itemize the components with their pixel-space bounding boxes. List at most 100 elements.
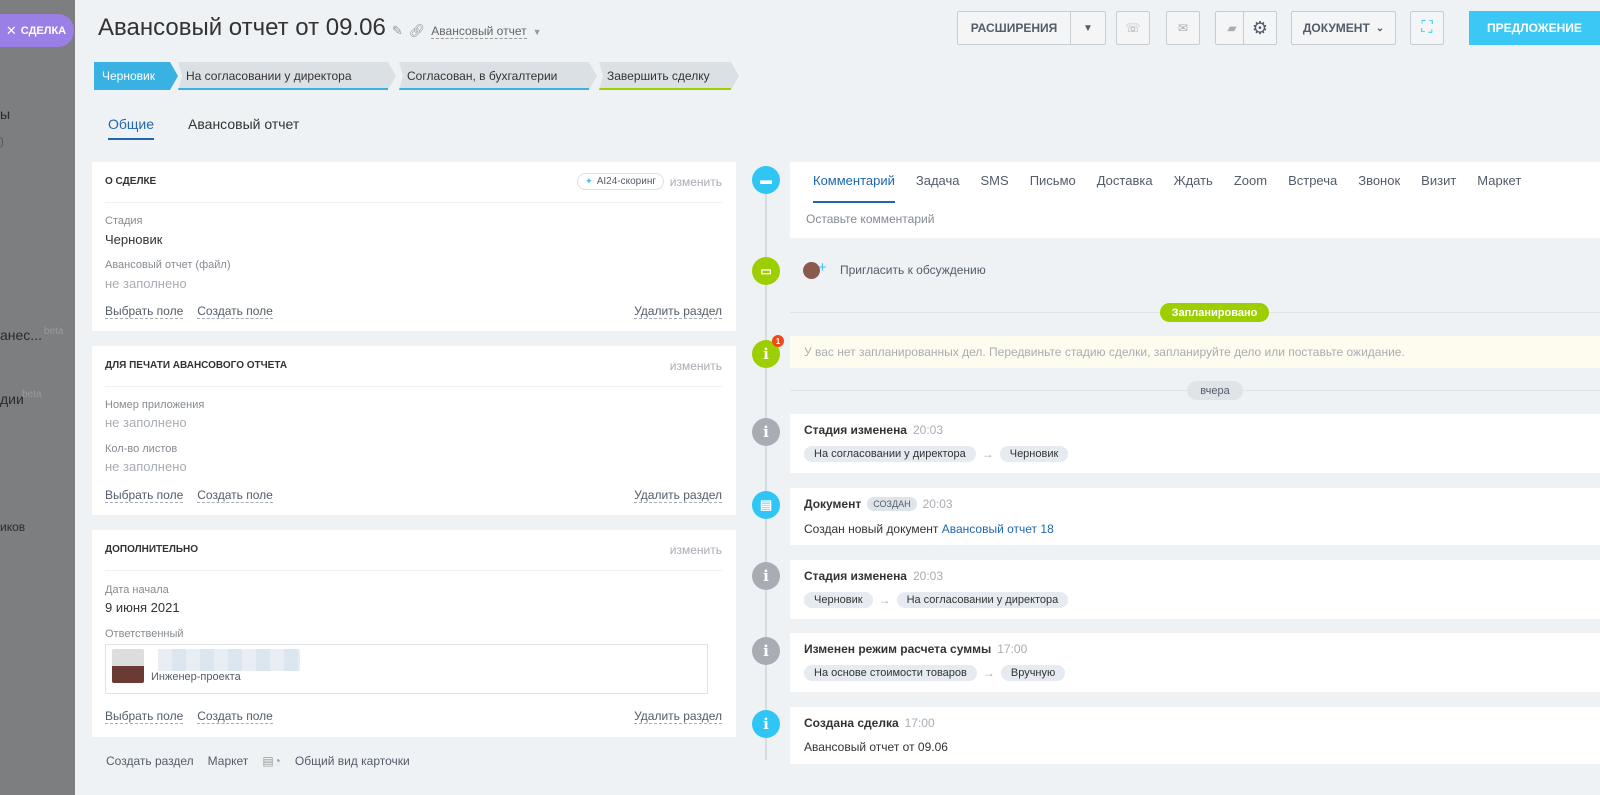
invite-label[interactable]: Пригласить к обсуждению bbox=[840, 263, 986, 277]
tab-general[interactable]: Общие bbox=[108, 116, 155, 140]
event-time: 20:03 bbox=[922, 497, 953, 511]
event-time: 17:00 bbox=[904, 716, 935, 730]
delete-section-link[interactable]: Удалить раздел bbox=[634, 488, 722, 503]
field-value-start-date[interactable]: 9 июня 2021 bbox=[105, 600, 180, 615]
tab-visit[interactable]: Визит bbox=[1421, 162, 1456, 203]
timeline-event[interactable]: Создана сделка 17:00 Авансовый отчет от 0… bbox=[790, 707, 1600, 764]
deal-tab-label: СДЕЛКА bbox=[20, 24, 67, 37]
tab-call[interactable]: Звонок bbox=[1358, 162, 1400, 203]
ai-scoring-badge[interactable]: ✦ AI24-скоринг bbox=[577, 173, 664, 190]
extensions-button[interactable]: Расширения ▼ bbox=[957, 11, 1106, 45]
chevron-down-icon[interactable]: ▼ bbox=[1071, 23, 1105, 34]
arrow-right-icon: → bbox=[878, 593, 891, 607]
arrow-right-icon: → bbox=[981, 447, 994, 461]
section-title: Дополнительно bbox=[105, 544, 199, 555]
field-label: Авансовый отчет (файл) bbox=[105, 259, 231, 271]
delete-section-link[interactable]: Удалить раздел bbox=[634, 304, 722, 319]
tab-delivery[interactable]: Доставка bbox=[1097, 162, 1153, 203]
pencil-icon[interactable]: ✎ bbox=[392, 23, 403, 39]
stage-draft[interactable]: Черновик bbox=[94, 62, 178, 90]
select-field-link[interactable]: Выбрать поле bbox=[105, 488, 184, 503]
stage-finish[interactable]: Завершить сделку bbox=[599, 62, 739, 90]
field-value-stage[interactable]: Черновик bbox=[105, 232, 162, 247]
delete-section-link[interactable]: Удалить раздел bbox=[634, 709, 722, 724]
plus-icon[interactable]: + bbox=[818, 259, 827, 276]
field-value-file[interactable]: не заполнено bbox=[105, 276, 187, 291]
chevron-down-icon[interactable]: ▼ bbox=[533, 27, 542, 37]
stage-chip: Черновик bbox=[804, 592, 873, 608]
date-separator: вчера bbox=[1187, 381, 1243, 400]
edit-link[interactable]: изменить bbox=[670, 543, 722, 557]
users-icon: ▤◔ bbox=[262, 754, 281, 768]
tab-market[interactable]: Маркет bbox=[1477, 162, 1521, 203]
create-field-link[interactable]: Создать поле bbox=[197, 488, 273, 503]
timeline-event[interactable]: Стадия изменена 20:03 На согласовании у д… bbox=[790, 414, 1600, 473]
phone-icon[interactable]: ☏ bbox=[1116, 11, 1150, 45]
create-section-link[interactable]: Создать раздел bbox=[106, 754, 194, 768]
category-selector[interactable]: Авансовый отчет bbox=[431, 24, 527, 39]
discussion-icon: ▭ bbox=[752, 257, 780, 285]
section-about: О сделке ✦ AI24-скоринг изменить Стадия … bbox=[92, 162, 736, 331]
field-value[interactable]: не заполнено bbox=[105, 415, 187, 430]
user-name-blurred bbox=[158, 649, 300, 671]
timeline-event[interactable]: Документ создан 20:03 Создан новый докумен… bbox=[790, 488, 1600, 545]
select-field-link[interactable]: Выбрать поле bbox=[105, 709, 184, 724]
stage-chip: На согласовании у директора bbox=[804, 446, 976, 462]
section-actions: Выбрать поле Создать поле Удалить раздел bbox=[105, 304, 722, 319]
stage-underline bbox=[178, 88, 388, 90]
tab-zoom[interactable]: Zoom bbox=[1234, 162, 1267, 203]
market-link[interactable]: Маркет bbox=[208, 754, 249, 768]
section-actions: Выбрать поле Создать поле Удалить раздел bbox=[105, 709, 722, 724]
field-value[interactable]: не заполнено bbox=[105, 459, 187, 474]
tab-advance-report[interactable]: Авансовый отчет bbox=[188, 116, 299, 140]
responsible-user[interactable]: Инженер-проекта bbox=[105, 644, 708, 694]
comment-icon: ▬ bbox=[752, 166, 780, 194]
tab-meeting[interactable]: Встреча bbox=[1288, 162, 1337, 203]
status-badge: создан bbox=[867, 497, 917, 511]
fullscreen-icon[interactable]: ⛶ bbox=[1410, 11, 1444, 45]
edit-link[interactable]: изменить bbox=[670, 359, 722, 373]
stage-label: Черновик bbox=[102, 69, 155, 83]
event-title: Стадия изменена bbox=[804, 569, 907, 583]
create-field-link[interactable]: Создать поле bbox=[197, 304, 273, 319]
proposal-button[interactable]: Предложение bbox=[1469, 11, 1600, 45]
edit-link[interactable]: изменить bbox=[670, 175, 722, 189]
stage-director-approval[interactable]: На согласовании у директора bbox=[178, 62, 396, 90]
planned-badge: Запланировано bbox=[1160, 303, 1269, 322]
tab-task[interactable]: Задача bbox=[916, 162, 960, 203]
gear-icon[interactable]: ⚙ bbox=[1243, 11, 1277, 45]
tab-comment[interactable]: Комментарий bbox=[813, 162, 895, 203]
extensions-label[interactable]: Расширения bbox=[958, 12, 1071, 44]
tab-wait[interactable]: Ждать bbox=[1174, 162, 1213, 203]
tab-sms[interactable]: SMS bbox=[981, 162, 1009, 203]
stage-label: Завершить сделку bbox=[607, 69, 710, 83]
stage-label: На согласовании у директора bbox=[186, 69, 352, 83]
beta-label: beta bbox=[22, 389, 42, 400]
comment-input[interactable]: Оставьте комментарий bbox=[806, 212, 934, 226]
mail-icon[interactable]: ✉ bbox=[1166, 11, 1200, 45]
link-icon[interactable]: 🔗︎ bbox=[409, 23, 426, 39]
field-label: Дата начала bbox=[105, 584, 169, 596]
field-label: Ответственный bbox=[105, 628, 184, 640]
event-title: Стадия изменена bbox=[804, 423, 907, 437]
ai-scoring-label: AI24-скоринг bbox=[596, 176, 656, 187]
timeline-event[interactable]: Стадия изменена 20:03 Черновик → На согла… bbox=[790, 560, 1600, 619]
tab-email[interactable]: Письмо bbox=[1030, 162, 1076, 203]
select-field-link[interactable]: Выбрать поле bbox=[105, 304, 184, 319]
stage-accounting[interactable]: Согласован, в бухгалтерии bbox=[399, 62, 597, 90]
deal-title[interactable]: Авансовый отчет от 09.06 bbox=[98, 14, 386, 42]
create-field-link[interactable]: Создать поле bbox=[197, 709, 273, 724]
menu-fragment: иков bbox=[0, 520, 26, 534]
card-view-link[interactable]: Общий вид карточки bbox=[295, 754, 410, 768]
document-link[interactable]: Авансовый отчет 18 bbox=[942, 522, 1054, 536]
event-title: Изменен режим расчета суммы bbox=[804, 642, 992, 656]
document-button[interactable]: Документ ⌄ bbox=[1291, 11, 1396, 45]
mode-chip: Вручную bbox=[1000, 665, 1066, 681]
close-deal-tab[interactable]: ✕ СДЕЛКА bbox=[0, 14, 74, 47]
activity-composer: Комментарий Задача SMS Письмо Доставка Ж… bbox=[790, 162, 1600, 238]
section-actions: Выбрать поле Создать поле Удалить раздел bbox=[105, 488, 722, 503]
invite-to-discussion[interactable]: + Пригласить к обсуждению bbox=[790, 253, 1600, 289]
divider bbox=[105, 202, 722, 203]
timeline-event[interactable]: Изменен режим расчета суммы 17:00 На осно… bbox=[790, 633, 1600, 692]
divider bbox=[105, 386, 722, 387]
